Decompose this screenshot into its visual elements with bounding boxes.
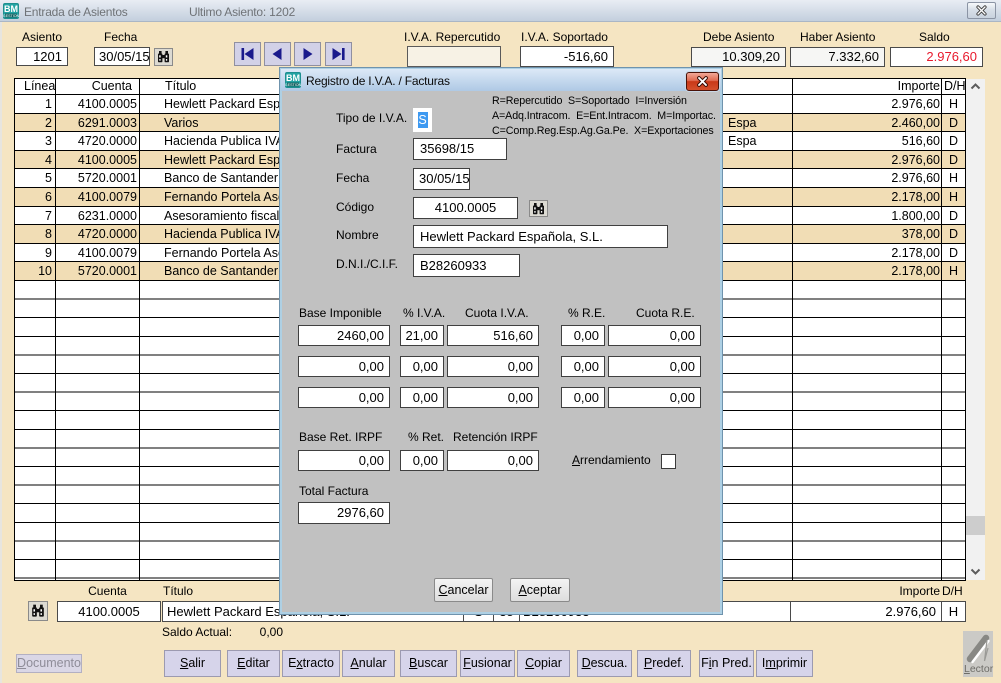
- svg-text:BM: BM: [4, 4, 18, 14]
- svg-text:GESTION: GESTION: [285, 83, 301, 87]
- svg-text:BM: BM: [286, 73, 300, 83]
- svg-text:GESTION: GESTION: [3, 14, 19, 18]
